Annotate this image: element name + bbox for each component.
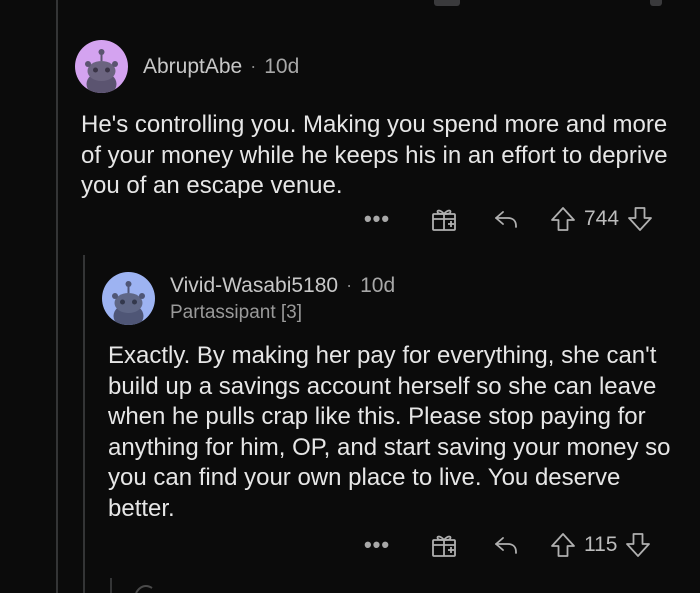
comment-actions: ••• 115 xyxy=(362,531,651,559)
reply-button[interactable] xyxy=(492,205,520,233)
comment-header: AbruptAbe · 10d xyxy=(75,40,685,93)
meta-separator: · xyxy=(346,275,353,295)
comment-body: Exactly. By making her pay for everythin… xyxy=(108,342,671,522)
thread-line-nested[interactable] xyxy=(110,578,112,593)
vote-score: 115 xyxy=(584,533,618,556)
upvote-icon xyxy=(551,207,575,231)
vote-score: 744 xyxy=(584,207,620,230)
thread-line-outer[interactable] xyxy=(56,0,58,593)
thread-line-inner[interactable] xyxy=(83,255,85,593)
reply-icon xyxy=(495,211,517,228)
meta-separator: · xyxy=(250,56,257,76)
comment-age: 10d xyxy=(360,273,396,297)
snoo-avatar-icon xyxy=(112,281,145,325)
author-meta: AbruptAbe · 10d xyxy=(143,55,299,79)
avatar[interactable] xyxy=(102,272,155,325)
next-comment-avatar-stub xyxy=(135,584,153,593)
comment-header: Vivid-Wasabi5180 · 10d Partassipant [3] xyxy=(102,272,682,325)
downvote-icon xyxy=(628,207,652,231)
award-icon xyxy=(432,209,456,231)
author-line: Vivid-Wasabi5180 · 10d xyxy=(170,274,395,298)
more-options-button[interactable]: ••• xyxy=(362,532,392,558)
downvote-button[interactable] xyxy=(627,205,653,233)
reply-button[interactable] xyxy=(492,531,520,559)
user-flair: Partassipant [3] xyxy=(170,301,303,323)
award-icon xyxy=(432,535,456,557)
comment-actions: ••• 744 xyxy=(362,205,653,233)
downvote-button[interactable] xyxy=(625,531,651,559)
upvote-button[interactable] xyxy=(550,531,576,559)
comment-body: He's controlling you. Making you spend m… xyxy=(81,111,668,199)
more-options-button[interactable]: ••• xyxy=(362,206,392,232)
previous-comment-icon-stub xyxy=(650,0,662,6)
previous-comment-icon-stub xyxy=(434,0,460,6)
comment-abruptabe: AbruptAbe · 10d He's controlling you. Ma… xyxy=(75,40,685,202)
upvote-button[interactable] xyxy=(550,205,576,233)
author-name[interactable]: Vivid-Wasabi5180 xyxy=(170,274,338,298)
author-line: AbruptAbe · 10d xyxy=(143,55,299,79)
reply-icon xyxy=(495,537,517,554)
upvote-icon xyxy=(551,533,575,557)
author-meta: Vivid-Wasabi5180 · 10d Partassipant [3] xyxy=(170,274,395,324)
award-button[interactable] xyxy=(430,205,458,233)
snoo-avatar-icon xyxy=(85,49,118,93)
author-name[interactable]: AbruptAbe xyxy=(143,55,242,79)
avatar[interactable] xyxy=(75,40,128,93)
downvote-icon xyxy=(626,533,651,557)
comment-vivid-wasabi5180: Vivid-Wasabi5180 · 10d Partassipant [3] … xyxy=(102,272,682,524)
award-button[interactable] xyxy=(430,531,458,559)
comment-age: 10d xyxy=(264,54,300,78)
